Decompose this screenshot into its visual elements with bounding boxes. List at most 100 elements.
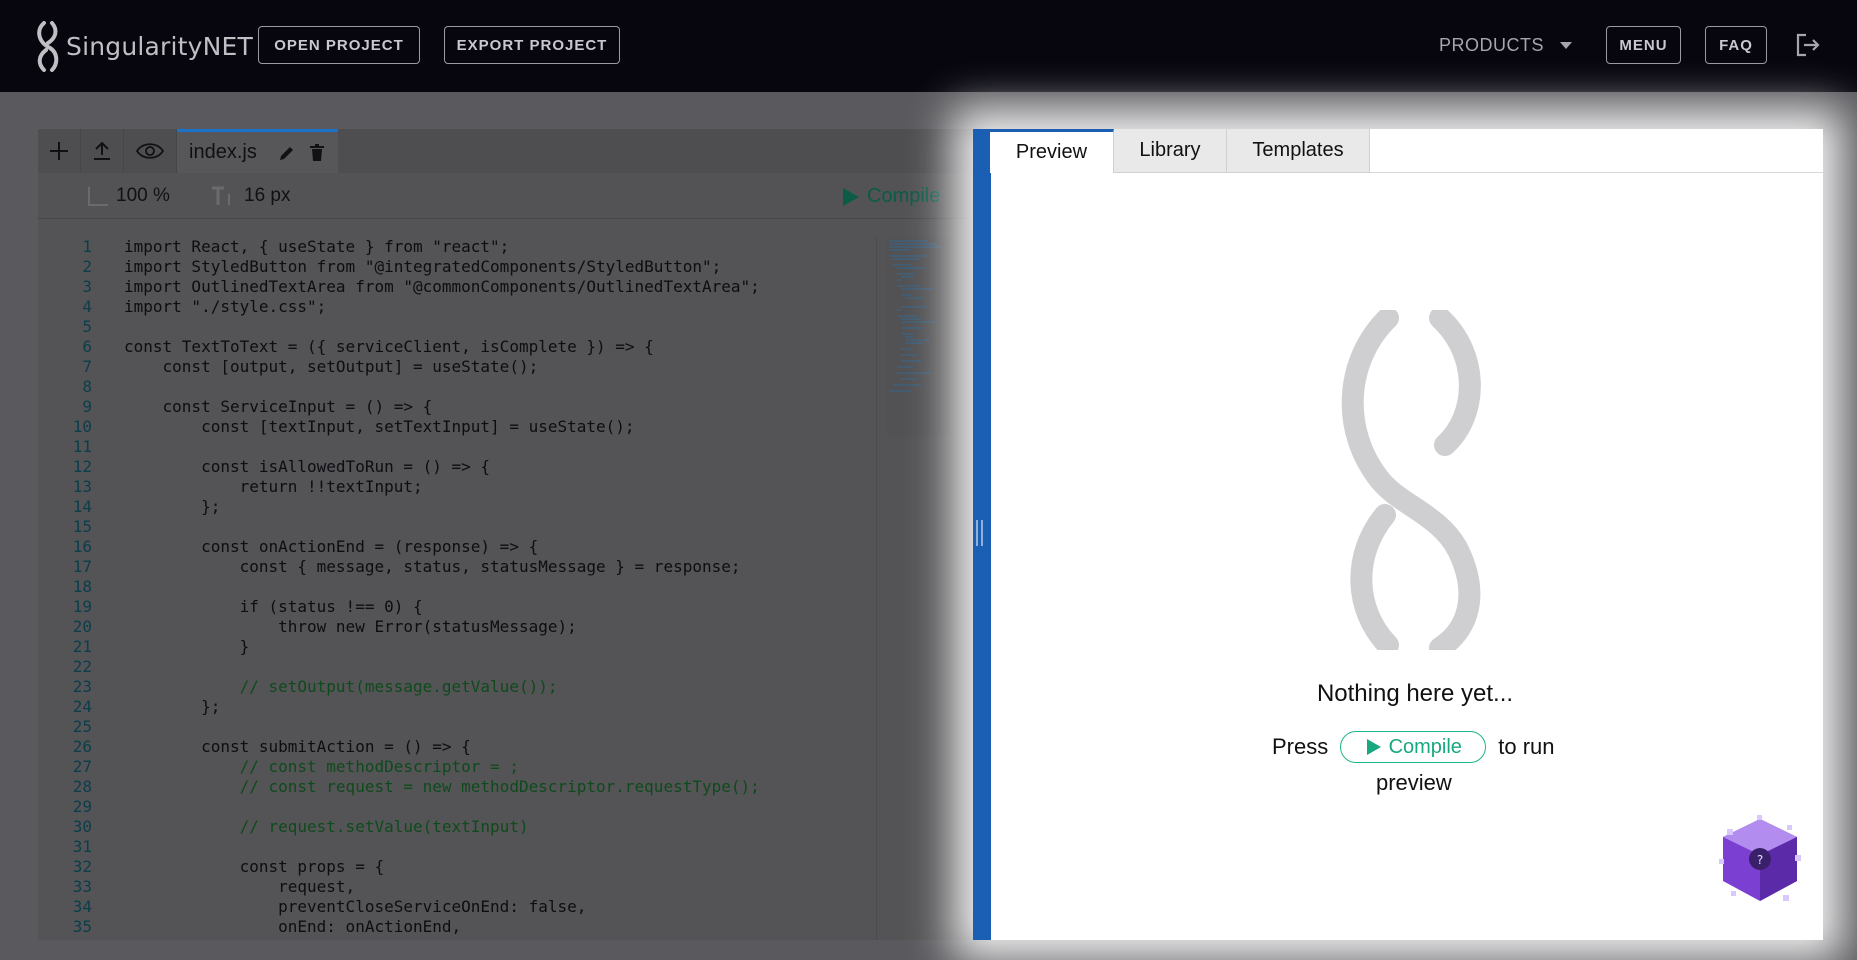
code-line[interactable]: 13 return !!textInput; xyxy=(38,477,878,497)
code-line[interactable]: 29 xyxy=(38,797,878,817)
logout-icon[interactable] xyxy=(1793,30,1823,60)
code-line[interactable]: 1 import React, { useState } from "react"… xyxy=(38,237,878,257)
code-line[interactable]: 7 const [output, setOutput] = useState()… xyxy=(38,357,878,377)
code-text: // setOutput(message.getValue()); xyxy=(124,677,558,696)
singularitynet-logo-icon xyxy=(37,21,59,72)
code-line[interactable]: 22 xyxy=(38,657,878,677)
code-text: const [output, setOutput] = useState(); xyxy=(124,357,539,376)
code-text: throw new Error(statusMessage); xyxy=(124,617,577,636)
code-line[interactable]: 17 const { message, status, statusMessag… xyxy=(38,557,878,577)
singularitynet-placeholder-icon xyxy=(1341,310,1481,650)
line-number: 30 xyxy=(72,817,92,836)
file-tab-index-js[interactable]: index.js xyxy=(177,129,338,173)
code-line[interactable]: 12 const isAllowedToRun = () => { xyxy=(38,457,878,477)
font-size-control[interactable]: 16 px xyxy=(210,185,290,207)
pencil-icon[interactable] xyxy=(277,143,297,163)
brand-logo[interactable]: SingularityNET xyxy=(36,18,253,74)
code-text: import StyledButton from "@integratedCom… xyxy=(124,257,722,276)
code-line[interactable]: 33 request, xyxy=(38,877,878,897)
tab-templates[interactable]: Templates xyxy=(1227,129,1370,173)
help-assistant-icon[interactable]: ? xyxy=(1717,815,1803,905)
eye-icon xyxy=(135,143,165,159)
code-text: request, xyxy=(124,877,356,896)
code-text: // request.setValue(textInput) xyxy=(124,817,529,836)
line-number: 28 xyxy=(72,777,92,796)
trash-icon[interactable] xyxy=(309,143,325,163)
code-line[interactable]: 5 xyxy=(38,317,878,337)
line-number: 23 xyxy=(72,677,92,696)
add-file-button[interactable] xyxy=(38,129,81,173)
code-line[interactable]: 16 const onActionEnd = (response) => { xyxy=(38,537,878,557)
code-line[interactable]: 27 // const methodDescriptor = ; xyxy=(38,757,878,777)
resize-handle-icon[interactable] xyxy=(976,520,986,546)
upload-file-button[interactable] xyxy=(81,129,124,173)
code-line[interactable]: 32 const props = { xyxy=(38,857,878,877)
line-number: 12 xyxy=(72,457,92,476)
code-line[interactable]: 21 } xyxy=(38,637,878,657)
code-line[interactable]: 35 onEnd: onActionEnd, xyxy=(38,917,878,937)
editor-tab-bar: index.js xyxy=(38,129,972,173)
line-number: 21 xyxy=(72,637,92,656)
code-text: import "./style.css"; xyxy=(124,297,327,316)
line-number: 6 xyxy=(82,337,92,356)
code-text: onEnd: onActionEnd, xyxy=(124,917,462,936)
line-number: 20 xyxy=(72,617,92,636)
code-line[interactable]: 9 const ServiceInput = () => { xyxy=(38,397,878,417)
code-line[interactable]: 31 xyxy=(38,837,878,857)
export-project-button[interactable]: EXPORT PROJECT xyxy=(444,26,620,64)
line-number: 15 xyxy=(72,517,92,536)
editor-scrollbar[interactable] xyxy=(876,237,877,940)
line-number: 11 xyxy=(72,437,92,456)
compile-button[interactable]: Compile xyxy=(841,185,940,208)
play-icon xyxy=(843,187,859,206)
inline-compile-label: Compile xyxy=(1388,735,1462,758)
code-line[interactable]: 14 }; xyxy=(38,497,878,517)
line-number: 35 xyxy=(72,917,92,936)
zoom-icon xyxy=(88,187,108,206)
code-area[interactable]: 1 import React, { useState } from "react"… xyxy=(38,237,878,940)
menu-button[interactable]: MENU xyxy=(1606,26,1681,64)
code-line[interactable]: 28 // const request = new methodDescript… xyxy=(38,777,878,797)
line-number: 27 xyxy=(72,757,92,776)
code-text: // const request = new methodDescriptor.… xyxy=(124,777,760,796)
to-run-text: to run xyxy=(1498,734,1555,759)
code-text: const { message, status, statusMessage }… xyxy=(124,557,741,576)
code-line[interactable]: 8 xyxy=(38,377,878,397)
code-text: } xyxy=(124,637,250,656)
code-line[interactable]: 18 xyxy=(38,577,878,597)
code-line[interactable]: 26 const submitAction = () => { xyxy=(38,737,878,757)
plus-icon xyxy=(50,142,68,160)
code-line[interactable]: 15 xyxy=(38,517,878,537)
code-line[interactable]: 20 throw new Error(statusMessage); xyxy=(38,617,878,637)
code-line[interactable]: 34 preventCloseServiceOnEnd: false, xyxy=(38,897,878,917)
toggle-preview-button[interactable] xyxy=(124,129,177,173)
editor-toolbar: 100 % 16 px Compile xyxy=(38,173,972,219)
faq-button[interactable]: FAQ xyxy=(1705,26,1767,64)
code-line[interactable]: 10 const [textInput, setTextInput] = use… xyxy=(38,417,878,437)
code-line[interactable]: 24 }; xyxy=(38,697,878,717)
code-line[interactable]: 6 const TextToText = ({ serviceClient, is… xyxy=(38,337,878,357)
code-text: import OutlinedTextArea from "@commonCom… xyxy=(124,277,760,296)
code-line[interactable]: 4 import "./style.css"; xyxy=(38,297,878,317)
code-line[interactable]: 11 xyxy=(38,437,878,457)
line-number: 31 xyxy=(72,837,92,856)
tab-library[interactable]: Library xyxy=(1114,129,1227,173)
code-line[interactable]: 2 import StyledButton from "@integratedCo… xyxy=(38,257,878,277)
code-line[interactable]: 19 if (status !== 0) { xyxy=(38,597,878,617)
code-line[interactable]: 23 // setOutput(message.getValue()); xyxy=(38,677,878,697)
code-line[interactable]: 3 import OutlinedTextArea from "@commonCo… xyxy=(38,277,878,297)
open-project-button[interactable]: OPEN PROJECT xyxy=(258,26,420,64)
line-number: 17 xyxy=(72,557,92,576)
empty-state-title: Nothing here yet... xyxy=(1316,680,1514,707)
products-dropdown[interactable]: PRODUCTS xyxy=(1439,30,1573,60)
inline-compile-button[interactable]: Compile xyxy=(1340,731,1487,763)
code-minimap[interactable] xyxy=(887,237,953,437)
code-line[interactable]: 30 // request.setValue(textInput) xyxy=(38,817,878,837)
zoom-control[interactable]: 100 % xyxy=(86,185,170,207)
code-line[interactable]: 25 xyxy=(38,717,878,737)
font-size-value: 16 px xyxy=(244,185,291,206)
code-text: const onActionEnd = (response) => { xyxy=(124,537,539,556)
tab-preview[interactable]: Preview xyxy=(990,129,1114,173)
line-number: 14 xyxy=(72,497,92,516)
font-size-icon xyxy=(212,186,230,205)
